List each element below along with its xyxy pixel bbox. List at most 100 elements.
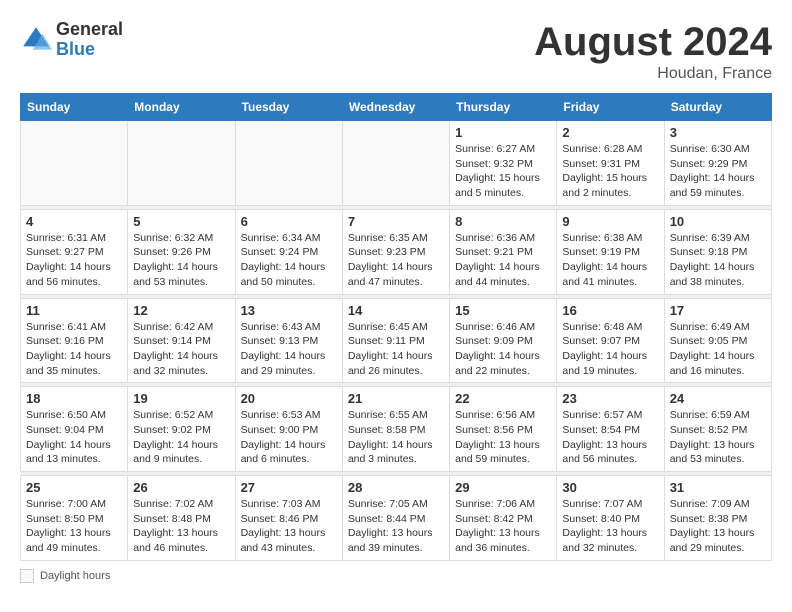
calendar-day-cell: 10 Sunrise: 6:39 AMSunset: 9:18 PMDayligh… <box>664 209 771 294</box>
calendar-location: Houdan, France <box>534 65 772 83</box>
day-info: Sunrise: 6:43 AMSunset: 9:13 PMDaylight:… <box>241 320 337 379</box>
calendar-week-row: 4 Sunrise: 6:31 AMSunset: 9:27 PMDaylight… <box>21 209 772 294</box>
day-number: 20 <box>241 391 337 406</box>
day-number: 4 <box>26 214 122 229</box>
day-info: Sunrise: 6:45 AMSunset: 9:11 PMDaylight:… <box>348 320 444 379</box>
calendar-day-cell: 31 Sunrise: 7:09 AMSunset: 8:38 PMDayligh… <box>664 476 771 561</box>
day-info: Sunrise: 6:49 AMSunset: 9:05 PMDaylight:… <box>670 320 766 379</box>
day-number: 25 <box>26 480 122 495</box>
calendar-header-friday: Friday <box>557 94 664 121</box>
day-number: 30 <box>562 480 658 495</box>
logo-icon <box>20 24 52 56</box>
logo-blue-text: Blue <box>56 40 123 60</box>
day-info: Sunrise: 6:53 AMSunset: 9:00 PMDaylight:… <box>241 408 337 467</box>
day-info: Sunrise: 6:56 AMSunset: 8:56 PMDaylight:… <box>455 408 551 467</box>
calendar-day-cell: 5 Sunrise: 6:32 AMSunset: 9:26 PMDaylight… <box>128 209 235 294</box>
calendar-day-cell: 13 Sunrise: 6:43 AMSunset: 9:13 PMDayligh… <box>235 298 342 383</box>
calendar-day-cell: 6 Sunrise: 6:34 AMSunset: 9:24 PMDaylight… <box>235 209 342 294</box>
day-info: Sunrise: 6:39 AMSunset: 9:18 PMDaylight:… <box>670 231 766 290</box>
day-number: 12 <box>133 303 229 318</box>
logo-general-text: General <box>56 20 123 40</box>
day-info: Sunrise: 7:07 AMSunset: 8:40 PMDaylight:… <box>562 497 658 556</box>
calendar-day-cell: 21Sunrise: 6:55 AMSunset: 8:58 PMDayligh… <box>342 387 449 472</box>
calendar-day-cell: 20 Sunrise: 6:53 AMSunset: 9:00 PMDayligh… <box>235 387 342 472</box>
day-info: Sunrise: 7:03 AMSunset: 8:46 PMDaylight:… <box>241 497 337 556</box>
calendar-day-cell: 25Sunrise: 7:00 AMSunset: 8:50 PMDayligh… <box>21 476 128 561</box>
day-info: Sunrise: 6:32 AMSunset: 9:26 PMDaylight:… <box>133 231 229 290</box>
day-info: Sunrise: 6:42 AMSunset: 9:14 PMDaylight:… <box>133 320 229 379</box>
day-info: Sunrise: 6:36 AMSunset: 9:21 PMDaylight:… <box>455 231 551 290</box>
calendar-header-thursday: Thursday <box>450 94 557 121</box>
calendar-week-row: 25Sunrise: 7:00 AMSunset: 8:50 PMDayligh… <box>21 476 772 561</box>
day-number: 27 <box>241 480 337 495</box>
calendar-day-cell: 23 Sunrise: 6:57 AMSunset: 8:54 PMDayligh… <box>557 387 664 472</box>
day-number: 16 <box>562 303 658 318</box>
day-number: 23 <box>562 391 658 406</box>
day-number: 7 <box>348 214 444 229</box>
calendar-day-cell: 22 Sunrise: 6:56 AMSunset: 8:56 PMDayligh… <box>450 387 557 472</box>
day-info: Sunrise: 7:09 AMSunset: 8:38 PMDaylight:… <box>670 497 766 556</box>
calendar-day-cell: 9 Sunrise: 6:38 AMSunset: 9:19 PMDaylight… <box>557 209 664 294</box>
day-number: 29 <box>455 480 551 495</box>
day-number: 2 <box>562 125 658 140</box>
legend-box <box>20 569 34 583</box>
calendar-day-cell <box>128 121 235 206</box>
calendar-header-monday: Monday <box>128 94 235 121</box>
page-header: General Blue August 2024 Houdan, France <box>20 20 772 83</box>
day-number: 13 <box>241 303 337 318</box>
legend: Daylight hours <box>20 569 772 583</box>
calendar-day-cell <box>235 121 342 206</box>
day-info: Sunrise: 6:57 AMSunset: 8:54 PMDaylight:… <box>562 408 658 467</box>
day-number: 9 <box>562 214 658 229</box>
calendar-week-row: 18Sunrise: 6:50 AMSunset: 9:04 PMDayligh… <box>21 387 772 472</box>
calendar-day-cell: 16 Sunrise: 6:48 AMSunset: 9:07 PMDayligh… <box>557 298 664 383</box>
calendar-header-tuesday: Tuesday <box>235 94 342 121</box>
day-number: 24 <box>670 391 766 406</box>
day-number: 11 <box>26 303 122 318</box>
calendar-title: August 2024 <box>534 20 772 65</box>
day-number: 3 <box>670 125 766 140</box>
calendar-day-cell: 12 Sunrise: 6:42 AMSunset: 9:14 PMDayligh… <box>128 298 235 383</box>
calendar-day-cell: 15Sunrise: 6:46 AMSunset: 9:09 PMDayligh… <box>450 298 557 383</box>
calendar-day-cell: 24Sunrise: 6:59 AMSunset: 8:52 PMDayligh… <box>664 387 771 472</box>
calendar-day-cell: 28Sunrise: 7:05 AMSunset: 8:44 PMDayligh… <box>342 476 449 561</box>
day-number: 5 <box>133 214 229 229</box>
day-number: 19 <box>133 391 229 406</box>
day-number: 1 <box>455 125 551 140</box>
day-number: 18 <box>26 391 122 406</box>
day-info: Sunrise: 6:31 AMSunset: 9:27 PMDaylight:… <box>26 231 122 290</box>
day-number: 10 <box>670 214 766 229</box>
day-number: 31 <box>670 480 766 495</box>
calendar-day-cell: 27 Sunrise: 7:03 AMSunset: 8:46 PMDayligh… <box>235 476 342 561</box>
day-number: 8 <box>455 214 551 229</box>
calendar-day-cell: 29Sunrise: 7:06 AMSunset: 8:42 PMDayligh… <box>450 476 557 561</box>
legend-label: Daylight hours <box>40 570 110 582</box>
calendar-week-row: 1 Sunrise: 6:27 AMSunset: 9:32 PMDaylight… <box>21 121 772 206</box>
day-info: Sunrise: 6:34 AMSunset: 9:24 PMDaylight:… <box>241 231 337 290</box>
day-info: Sunrise: 7:02 AMSunset: 8:48 PMDaylight:… <box>133 497 229 556</box>
calendar-day-cell: 1 Sunrise: 6:27 AMSunset: 9:32 PMDaylight… <box>450 121 557 206</box>
day-info: Sunrise: 6:35 AMSunset: 9:23 PMDaylight:… <box>348 231 444 290</box>
day-number: 22 <box>455 391 551 406</box>
logo: General Blue <box>20 20 123 60</box>
day-number: 26 <box>133 480 229 495</box>
day-info: Sunrise: 6:41 AMSunset: 9:16 PMDaylight:… <box>26 320 122 379</box>
calendar-day-cell: 7 Sunrise: 6:35 AMSunset: 9:23 PMDaylight… <box>342 209 449 294</box>
calendar-day-cell: 17 Sunrise: 6:49 AMSunset: 9:05 PMDayligh… <box>664 298 771 383</box>
calendar-day-cell: 2Sunrise: 6:28 AMSunset: 9:31 PMDaylight… <box>557 121 664 206</box>
calendar-header-saturday: Saturday <box>664 94 771 121</box>
calendar-table: SundayMondayTuesdayWednesdayThursdayFrid… <box>20 93 772 561</box>
day-number: 17 <box>670 303 766 318</box>
calendar-day-cell: 26 Sunrise: 7:02 AMSunset: 8:48 PMDayligh… <box>128 476 235 561</box>
day-number: 6 <box>241 214 337 229</box>
calendar-day-cell: 4 Sunrise: 6:31 AMSunset: 9:27 PMDaylight… <box>21 209 128 294</box>
calendar-day-cell: 19Sunrise: 6:52 AMSunset: 9:02 PMDayligh… <box>128 387 235 472</box>
calendar-header-row: SundayMondayTuesdayWednesdayThursdayFrid… <box>21 94 772 121</box>
calendar-day-cell: 8 Sunrise: 6:36 AMSunset: 9:21 PMDaylight… <box>450 209 557 294</box>
day-info: Sunrise: 6:27 AMSunset: 9:32 PMDaylight:… <box>455 142 551 201</box>
calendar-week-row: 11 Sunrise: 6:41 AMSunset: 9:16 PMDayligh… <box>21 298 772 383</box>
day-info: Sunrise: 6:38 AMSunset: 9:19 PMDaylight:… <box>562 231 658 290</box>
day-info: Sunrise: 6:48 AMSunset: 9:07 PMDaylight:… <box>562 320 658 379</box>
calendar-day-cell: 11 Sunrise: 6:41 AMSunset: 9:16 PMDayligh… <box>21 298 128 383</box>
calendar-day-cell: 30 Sunrise: 7:07 AMSunset: 8:40 PMDayligh… <box>557 476 664 561</box>
